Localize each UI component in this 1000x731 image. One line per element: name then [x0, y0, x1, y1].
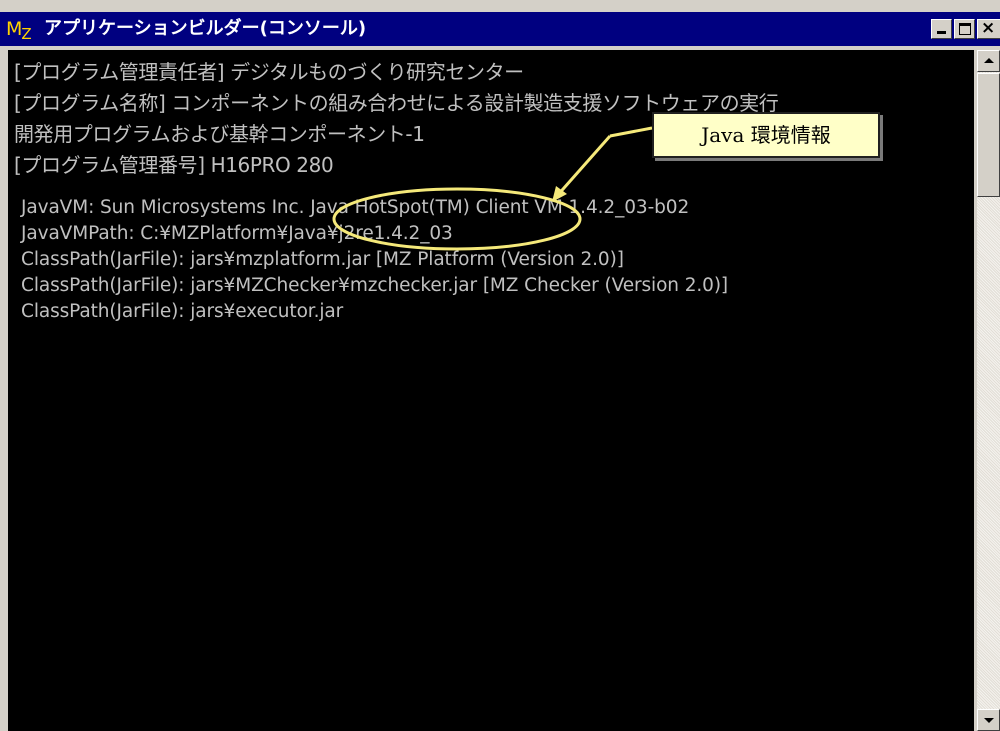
console-line-manager: [プログラム管理責任者] デジタルものづくり研究センター: [14, 60, 524, 84]
title-bar[interactable]: MZ アプリケーションビルダー(コンソール) ×: [0, 12, 1000, 46]
console-line-program-name-cont: 開発用プログラムおよび基幹コンポーネント-1: [14, 122, 425, 146]
console-line-classpath-2: ClassPath(JarFile): jars¥MZChecker¥mzche…: [21, 275, 729, 296]
maximize-icon: [959, 23, 971, 35]
window-title: アプリケーションビルダー(コンソール): [44, 18, 367, 39]
scroll-down-button[interactable]: [977, 709, 1000, 731]
scroll-thumb[interactable]: [977, 73, 1000, 197]
maximize-button[interactable]: [954, 19, 975, 39]
console-line-javavm-path: JavaVMPath: C:¥MZPlatform¥Java¥j2re1.4.2…: [21, 223, 453, 244]
java-env-callout: Java 環境情報: [652, 112, 880, 158]
console-window: MZ アプリケーションビルダー(コンソール) × [プログラム管理責任者] デジ…: [0, 0, 1000, 731]
vertical-scrollbar[interactable]: [977, 50, 1000, 731]
close-button[interactable]: ×: [977, 18, 1000, 39]
minimize-icon: [937, 31, 946, 34]
console-line-classpath-3: ClassPath(JarFile): jars¥executor.jar: [21, 301, 344, 322]
console-line-javavm: JavaVM: Sun Microsystems Inc. Java HotSp…: [21, 197, 690, 218]
arrow-down-icon: [984, 718, 994, 723]
mz-app-icon: MZ: [6, 18, 32, 43]
console-line-program-number: [プログラム管理番号] H16PRO 280: [14, 153, 334, 177]
close-icon: ×: [981, 18, 996, 38]
scroll-up-button[interactable]: [977, 50, 1000, 72]
callout-label: Java 環境情報: [701, 123, 831, 147]
arrow-up-icon: [984, 58, 994, 63]
minimize-button[interactable]: [931, 19, 952, 39]
console-line-classpath-1: ClassPath(JarFile): jars¥mzplatform.jar …: [21, 249, 624, 270]
